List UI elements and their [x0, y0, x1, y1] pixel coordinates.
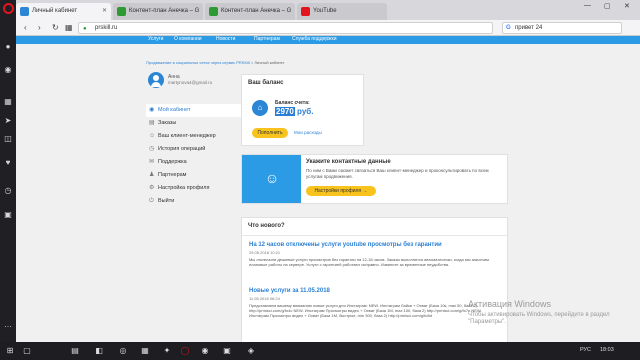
site-nav-item[interactable]: Партнерам — [254, 36, 280, 43]
balance-value: 2970 руб. — [275, 107, 314, 116]
menu-item-orders[interactable]: ▤ Заказы — [146, 117, 241, 130]
tab-2[interactable]: Контент-план Анечка – G — [205, 3, 295, 20]
divider — [242, 235, 507, 236]
manager-icon: ☺ — [149, 133, 156, 139]
close-tab-icon[interactable]: ✕ — [102, 3, 107, 20]
news-heading: Что нового? — [248, 223, 285, 229]
snapshot-icon[interactable]: ◫ — [3, 134, 13, 144]
news-text: Представляем вашему вниманию новые услуг… — [249, 303, 482, 318]
taskbar-app-icon[interactable]: ◉ — [200, 346, 210, 356]
news-title[interactable]: Новые услуги за 11.05.2018 — [249, 288, 499, 294]
history-sidebar-icon[interactable]: ◷ — [3, 186, 13, 196]
menu-item-manager[interactable]: ☺ Ваш клиент-менеджер — [146, 130, 241, 143]
menu-item-partners[interactable]: ♟ Партнерам — [146, 169, 241, 182]
home-icon[interactable]: ▦ — [65, 22, 73, 34]
menu-item-dashboard[interactable]: ◉ Мой кабинет — [146, 104, 241, 117]
taskbar-app-icon[interactable]: ◧ — [94, 346, 104, 356]
menu-item-support[interactable]: ✉ Поддержка — [146, 156, 241, 169]
extensions-icon[interactable]: ▣ — [3, 210, 13, 220]
keyboard-language[interactable]: РУС — [580, 347, 591, 353]
taskbar-app-icon[interactable]: ◎ — [118, 346, 128, 356]
favicon-icon — [117, 7, 126, 16]
send-icon[interactable]: ➤ — [3, 116, 13, 126]
taskbar-app-icon[interactable]: ▤ — [70, 346, 80, 356]
tab-0[interactable]: Личный кабинет ✕ — [16, 3, 111, 20]
maximize-icon[interactable]: ▢ — [604, 2, 611, 10]
back-icon[interactable]: ‹ — [24, 22, 27, 34]
taskbar-app-icon[interactable]: ▦ — [140, 346, 150, 356]
youtube-favicon-icon — [301, 7, 310, 16]
news-title[interactable]: На 12 часов отключены услуги youtube про… — [249, 242, 499, 248]
contact-title: Укажите контактные данные — [306, 159, 391, 165]
page-content: Продвижение в социальных сетях через сер… — [16, 44, 640, 342]
reload-icon[interactable]: ↻ — [52, 22, 59, 34]
top-up-button[interactable]: Пополнить — [252, 128, 288, 138]
news-text: Мы отключили дешевые услуги просмотров б… — [249, 257, 489, 267]
whatsapp-icon[interactable]: ◉ — [3, 65, 13, 75]
support-icon: ✉ — [149, 159, 155, 165]
news-date: 11.05.2018 06:24 — [249, 296, 280, 301]
windows-start-icon[interactable]: ⊞ — [5, 346, 15, 356]
settings-icon: ⚙ — [149, 185, 155, 191]
site-nav-item[interactable]: Новости — [216, 36, 235, 43]
nav-bar: ‹ › ↻ ▦ ● prskill.ru G привет 24 — [16, 20, 640, 36]
contact-card: ☺ Укажите контактные данные По ним с Вам… — [241, 154, 508, 204]
tab-strip: Личный кабинет ✕ Контент-план Анечка – G… — [16, 0, 640, 20]
google-icon: G — [506, 25, 511, 31]
avatar — [148, 72, 164, 88]
history-icon: ◷ — [149, 146, 155, 152]
more-icon[interactable]: … — [3, 320, 13, 330]
activation-watermark-title: Активация Windows — [468, 299, 551, 309]
balance-label: Баланс счета: — [275, 100, 310, 106]
taskbar: ⊞ ▢ ▤ ◧ ◎ ▦ ✦ ◯ ◉ ▣ ◈ РУС 18:03 — [0, 342, 640, 360]
forward-icon[interactable]: › — [38, 22, 41, 34]
site-nav: Услуги О компании Новости Партнерам Служ… — [16, 36, 640, 44]
favicon-icon — [20, 7, 29, 16]
taskbar-app-icon[interactable]: ▣ — [222, 346, 232, 356]
browser-sidebar: ● ◉ ▦ ➤ ◫ ♥ ◷ ▣ … — [0, 0, 16, 342]
menu-item-settings[interactable]: ⚙ Настройка профиля — [146, 182, 241, 195]
activation-watermark-text: Чтобы активировать Windows, перейдите в … — [468, 312, 610, 325]
opera-logo-icon[interactable] — [2, 3, 14, 14]
bookmarks-icon[interactable]: ♥ — [3, 158, 13, 168]
users-icon: ☺ — [264, 170, 280, 186]
site-nav-item[interactable]: Служба поддержки — [292, 36, 337, 43]
profile-menu: ◉ Мой кабинет ▤ Заказы ☺ Ваш клиент-мене… — [146, 104, 241, 208]
contact-text: По ним с Вами сможет связаться Ваш клиен… — [306, 168, 489, 179]
site-nav-item[interactable]: Услуги — [148, 36, 163, 43]
taskbar-app-icon[interactable]: ✦ — [162, 346, 172, 356]
minimize-icon[interactable]: — — [584, 2, 591, 9]
news-date: 25.05.2018 10:21 — [249, 250, 281, 255]
tab-1[interactable]: Контент-план Анечка – G — [113, 3, 203, 20]
balance-title: Ваш баланс — [248, 80, 284, 86]
menu-item-logout[interactable]: ⏻ Выйти — [146, 195, 241, 208]
balance-card: Ваш баланс ⌂ Баланс счета: 2970 руб. Поп… — [241, 74, 364, 146]
clock[interactable]: 18:03 — [600, 347, 614, 353]
lock-icon: ● — [83, 26, 87, 32]
expenses-link[interactable]: Мои расходы — [294, 130, 322, 135]
speed-dial-icon[interactable]: ▦ — [3, 97, 13, 107]
favicon-icon — [209, 7, 218, 16]
bank-icon: ⌂ — [252, 100, 268, 116]
taskbar-app-icon[interactable]: ▢ — [22, 346, 32, 356]
orders-icon: ▤ — [149, 120, 155, 126]
address-bar[interactable]: ● prskill.ru — [78, 22, 493, 34]
contact-banner: ☺ — [242, 155, 301, 203]
taskbar-app-icon[interactable]: ◈ — [246, 346, 256, 356]
news-item: Новые услуги за 11.05.2018 11.05.2018 06… — [249, 288, 499, 318]
user-email: martynova4@gmail.ru — [168, 80, 213, 85]
menu-item-history[interactable]: ◷ История операций — [146, 143, 241, 156]
breadcrumb: Продвижение в социальных сетях через сер… — [146, 60, 285, 65]
news-item: На 12 часов отключены услуги youtube про… — [249, 242, 499, 267]
site-nav-item[interactable]: О компании — [174, 36, 202, 43]
opera-taskbar-icon[interactable]: ◯ — [180, 346, 190, 356]
tab-3[interactable]: YouTube — [297, 3, 387, 20]
dashboard-icon: ◉ — [149, 107, 155, 113]
search-input[interactable]: G привет 24 — [502, 22, 622, 34]
profile-settings-button[interactable]: Настройки профиля → — [306, 186, 376, 196]
partners-icon: ♟ — [149, 172, 155, 178]
logout-icon: ⏻ — [149, 198, 154, 204]
messenger-icon[interactable]: ● — [3, 42, 13, 52]
close-window-icon[interactable]: ✕ — [624, 2, 630, 10]
